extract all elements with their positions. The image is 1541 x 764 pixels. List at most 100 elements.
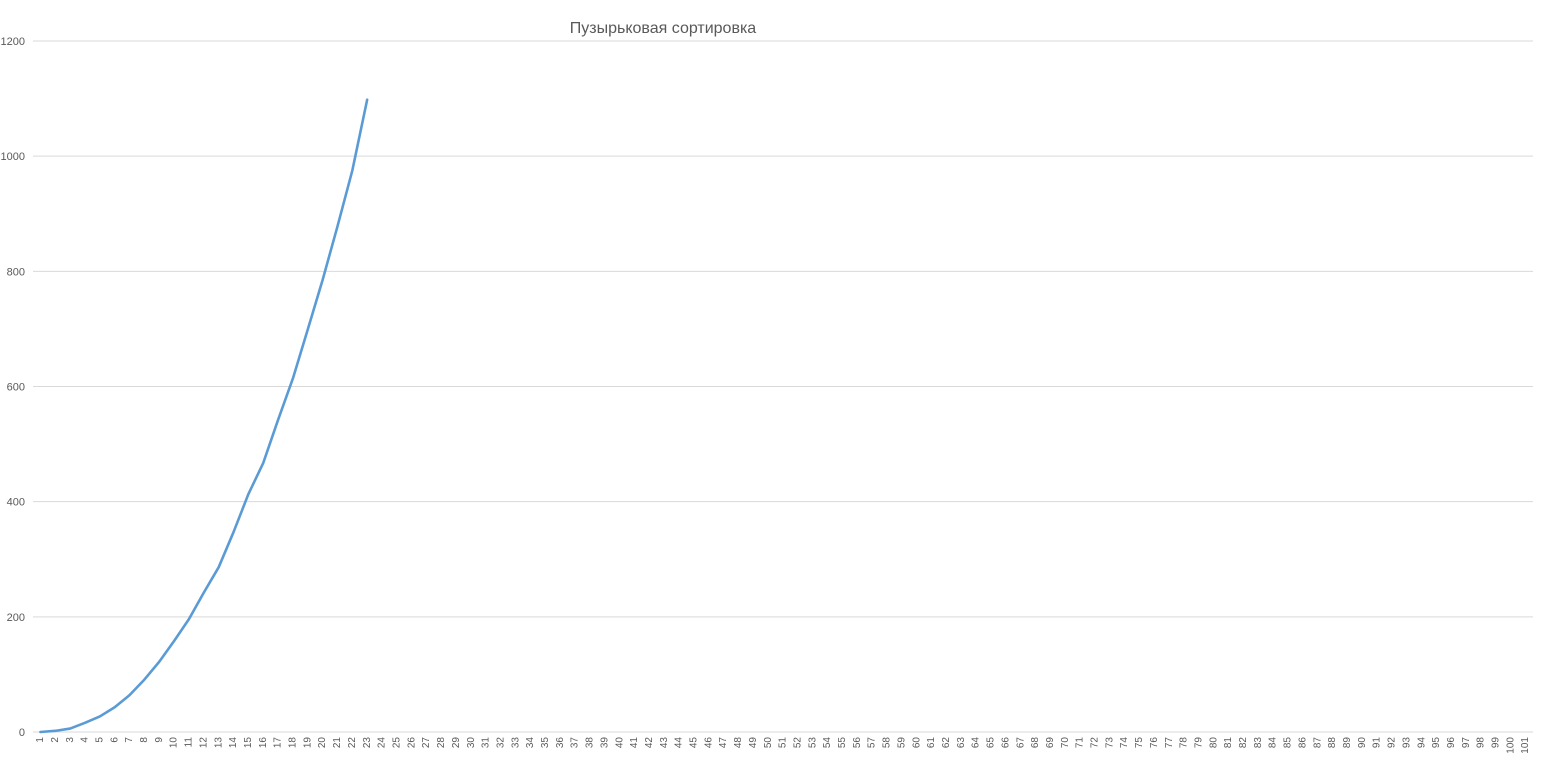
x-tick-label: 7: [124, 737, 135, 743]
x-tick-label: 29: [451, 737, 462, 749]
series-layer: [39, 98, 369, 734]
x-tick-label: 44: [674, 737, 685, 749]
x-tick-label: 13: [213, 737, 224, 749]
x-tick-label: 73: [1104, 737, 1115, 749]
x-tick-label: 45: [689, 737, 700, 749]
x-tick-label: 81: [1223, 737, 1234, 749]
y-tick-label: 600: [7, 382, 25, 394]
x-tick-label: 58: [882, 737, 893, 749]
x-tick-label: 15: [243, 737, 254, 749]
x-tick-label: 93: [1401, 737, 1412, 749]
x-tick-label: 36: [555, 737, 566, 749]
x-tick-label: 3: [65, 737, 76, 743]
x-tick-label: 49: [748, 737, 759, 749]
x-tick-label: 98: [1476, 737, 1487, 749]
x-tick-label: 21: [332, 737, 343, 749]
x-tick-label: 56: [852, 737, 863, 749]
gridlines: [33, 40, 1533, 618]
x-tick-label: 53: [807, 737, 818, 749]
x-tick-label: 43: [659, 737, 670, 749]
x-tick-label: 32: [495, 737, 506, 749]
y-axis-tick-labels: 0 200 400 600 800 1000 1200: [1, 36, 25, 739]
x-tick-label: 10: [169, 737, 180, 749]
x-tick-label: 92: [1387, 737, 1398, 749]
x-tick-label: 17: [273, 737, 284, 749]
x-tick-label: 37: [570, 737, 581, 749]
x-tick-label: 18: [288, 737, 299, 749]
x-tick-label: 22: [347, 737, 358, 749]
x-tick-label: 77: [1164, 737, 1175, 749]
x-tick-label: 71: [1075, 737, 1086, 749]
x-tick-label: 74: [1119, 737, 1130, 749]
x-tick-label: 9: [154, 737, 165, 743]
x-tick-label: 46: [703, 737, 714, 749]
x-tick-label: 16: [258, 737, 269, 749]
x-tick-label: 27: [421, 737, 432, 749]
x-tick-label: 87: [1312, 737, 1323, 749]
y-tick-label: 1200: [1, 36, 25, 48]
series-line: [39, 98, 369, 734]
x-tick-label: 42: [644, 737, 655, 749]
x-tick-label: 25: [392, 737, 403, 749]
x-tick-label: 12: [198, 737, 209, 749]
x-tick-label: 96: [1446, 737, 1457, 749]
x-tick-label: 8: [139, 737, 150, 743]
x-tick-label: 47: [718, 737, 729, 749]
x-tick-label: 6: [109, 737, 120, 743]
x-tick-label: 83: [1253, 737, 1264, 749]
x-tick-label: 61: [926, 737, 937, 749]
x-tick-label: 101: [1520, 737, 1531, 754]
x-tick-label: 54: [822, 737, 833, 749]
x-tick-label: 88: [1327, 737, 1338, 749]
x-tick-label: 69: [1045, 737, 1056, 749]
y-tick-label: 200: [7, 612, 25, 624]
x-tick-label: 80: [1208, 737, 1219, 749]
x-tick-label: 70: [1060, 737, 1071, 749]
x-tick-label: 86: [1297, 737, 1308, 749]
x-tick-label: 72: [1090, 737, 1101, 749]
x-tick-label: 51: [778, 737, 789, 749]
x-tick-label: 31: [481, 737, 492, 749]
x-tick-label: 97: [1461, 737, 1472, 749]
x-tick-label: 75: [1134, 737, 1145, 749]
x-tick-label: 66: [1000, 737, 1011, 749]
x-tick-label: 82: [1238, 737, 1249, 749]
x-tick-label: 59: [896, 737, 907, 749]
x-tick-label: 35: [540, 737, 551, 749]
x-tick-label: 20: [317, 737, 328, 749]
x-tick-label: 94: [1416, 737, 1427, 749]
x-tick-label: 57: [867, 737, 878, 749]
x-tick-label: 1: [35, 737, 46, 743]
x-tick-label: 79: [1193, 737, 1204, 749]
x-tick-label: 26: [406, 737, 417, 749]
x-tick-label: 90: [1357, 737, 1368, 749]
x-tick-label: 63: [956, 737, 967, 749]
x-tick-label: 100: [1505, 737, 1516, 754]
x-tick-label: 48: [733, 737, 744, 749]
x-tick-label: 65: [986, 737, 997, 749]
x-tick-label: 14: [228, 737, 239, 749]
x-tick-label: 62: [941, 737, 952, 749]
x-tick-label: 68: [1030, 737, 1041, 749]
x-tick-label: 78: [1179, 737, 1190, 749]
chart: Пузырьковая сортировка 02004006008001000…: [1, 20, 1533, 754]
x-tick-label: 95: [1431, 737, 1442, 749]
x-tick-label: 64: [971, 737, 982, 749]
x-tick-label: 33: [510, 737, 521, 749]
x-tick-label: 28: [436, 737, 447, 749]
x-tick-label: 2: [50, 737, 61, 743]
x-tick-label: 41: [629, 737, 640, 749]
x-tick-label: 30: [466, 737, 477, 749]
x-tick-label: 67: [1015, 737, 1026, 749]
x-tick-label: 40: [614, 737, 625, 749]
y-tick-label: 1000: [1, 151, 25, 163]
y-tick-label: 400: [7, 497, 25, 509]
chart-title: Пузырьковая сортировка: [570, 20, 757, 37]
x-tick-label: 89: [1342, 737, 1353, 749]
x-tick-label: 11: [184, 737, 195, 748]
x-tick-label: 23: [362, 737, 373, 749]
y-tick-label: 0: [19, 727, 25, 739]
x-tick-label: 99: [1491, 737, 1502, 749]
x-tick-label: 52: [792, 737, 803, 749]
x-tick-label: 55: [837, 737, 848, 749]
